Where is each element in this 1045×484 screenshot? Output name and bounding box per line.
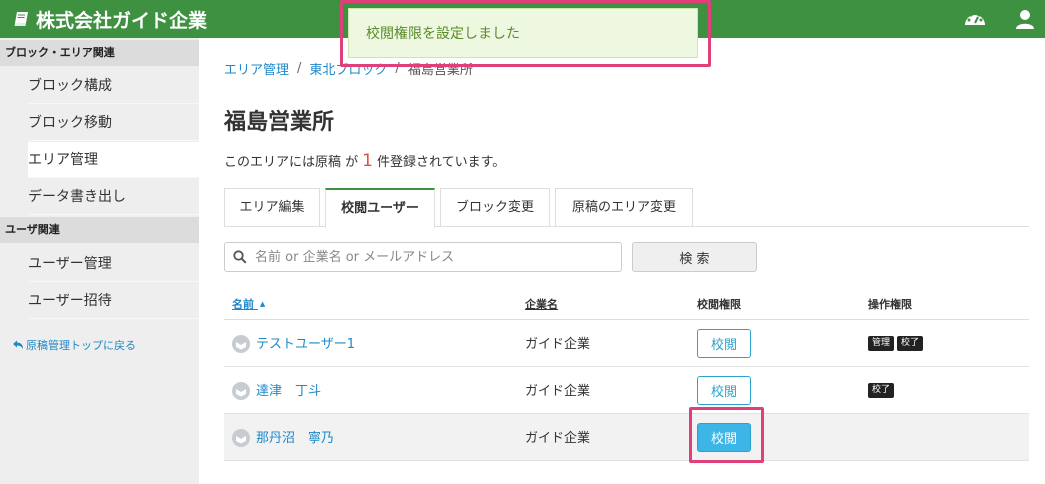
brand-name: 株式会社ガイド企業 [36, 9, 208, 32]
search-input[interactable] [255, 247, 615, 267]
sidebar: ブロック・エリア関連 ブロック構成 ブロック移動 エリア管理 データ書き出し ユ… [0, 38, 199, 484]
column-header-company[interactable]: 企業名 [525, 296, 558, 312]
page-title: 福島営業所 [224, 110, 335, 135]
tab-manuscript-area-change[interactable]: 原稿のエリア変更 [555, 188, 693, 226]
back-link-label: 原稿管理トップに戻る [26, 339, 136, 352]
manuscript-count: 1 [362, 151, 373, 171]
breadcrumb: エリア管理 / 東北ブロック / 福島営業所 [224, 59, 473, 78]
breadcrumb-area-management[interactable]: エリア管理 [224, 59, 289, 78]
search-icon [233, 250, 247, 264]
operation-badges: 校了 [868, 383, 897, 398]
avatar-icon [232, 335, 250, 353]
sidebar-item-user-management[interactable]: ユーザー管理 [28, 246, 199, 282]
company-name: ガイド企業 [525, 431, 591, 446]
back-to-top-link[interactable]: 原稿管理トップに戻る [12, 337, 136, 353]
table-row: テストユーザー1 ガイド企業 校閲 管理 校了 [224, 320, 1029, 367]
badge-admin: 管理 [868, 336, 895, 351]
tab-bar: エリア編集 校閲ユーザー ブロック変更 原稿のエリア変更 [224, 188, 1029, 228]
sidebar-section-user: ユーザ関連 [0, 217, 199, 243]
search-button[interactable]: 検 索 [632, 242, 757, 272]
column-header-name-label: 名前 [232, 298, 254, 311]
sidebar-item-data-export[interactable]: データ書き出し [28, 179, 199, 215]
count-prefix: このエリアには原稿 が [224, 155, 359, 170]
user-icon[interactable] [1013, 8, 1037, 30]
success-toast: 校閲権限を設定しました [348, 8, 698, 58]
badge-proofread-complete: 校了 [868, 383, 895, 398]
breadcrumb-tohoku-block[interactable]: 東北ブロック [309, 59, 387, 78]
dashboard-icon[interactable] [963, 8, 987, 30]
review-toggle-button[interactable]: 校閲 [697, 329, 751, 358]
company-name: ガイド企業 [525, 337, 591, 352]
table-row: 達津 丁斗 ガイド企業 校閲 校了 [224, 367, 1029, 414]
breadcrumb-separator: / [395, 61, 400, 76]
sidebar-item-area-management[interactable]: エリア管理 [28, 142, 199, 178]
sidebar-item-block-move[interactable]: ブロック移動 [28, 105, 199, 141]
column-header-name[interactable]: 名前 ▲ [232, 296, 265, 312]
brand[interactable]: 株式会社ガイド企業 [14, 6, 207, 32]
avatar-icon [232, 382, 250, 400]
table-row: 那丹沼 寧乃 ガイド企業 校閲 [224, 414, 1029, 461]
sidebar-item-user-invite[interactable]: ユーザー招待 [28, 283, 199, 319]
sort-ascending-icon: ▲ [259, 300, 266, 308]
tab-area-edit[interactable]: エリア編集 [224, 188, 320, 226]
operation-badges: 管理 校了 [868, 336, 926, 351]
badge-proofread-complete: 校了 [897, 336, 924, 351]
sidebar-section-block-area: ブロック・エリア関連 [0, 40, 199, 66]
user-name-link[interactable]: 那丹沼 寧乃 [256, 427, 334, 446]
review-toggle-button[interactable]: 校閲 [697, 376, 751, 405]
column-header-operation-permission: 操作権限 [868, 298, 912, 311]
user-name-link[interactable]: 達津 丁斗 [256, 380, 321, 399]
company-name: ガイド企業 [525, 384, 591, 399]
tab-review-users[interactable]: 校閲ユーザー [325, 188, 435, 228]
avatar-icon [232, 429, 250, 447]
manuscript-count-text: このエリアには原稿 が 1 件登録されています。 [224, 151, 505, 171]
tab-block-change[interactable]: ブロック変更 [440, 188, 550, 226]
breadcrumb-current: 福島営業所 [407, 63, 473, 78]
user-name-link[interactable]: テストユーザー1 [256, 333, 355, 352]
review-toggle-button-active[interactable]: 校閲 [697, 423, 751, 452]
search-field [224, 242, 622, 272]
book-icon [14, 12, 28, 26]
count-suffix: 件登録されています。 [376, 155, 506, 170]
back-arrow-icon [13, 340, 23, 349]
sidebar-item-block-structure[interactable]: ブロック構成 [28, 68, 199, 104]
breadcrumb-separator: / [297, 61, 302, 76]
column-header-review-permission: 校閲権限 [697, 298, 741, 311]
